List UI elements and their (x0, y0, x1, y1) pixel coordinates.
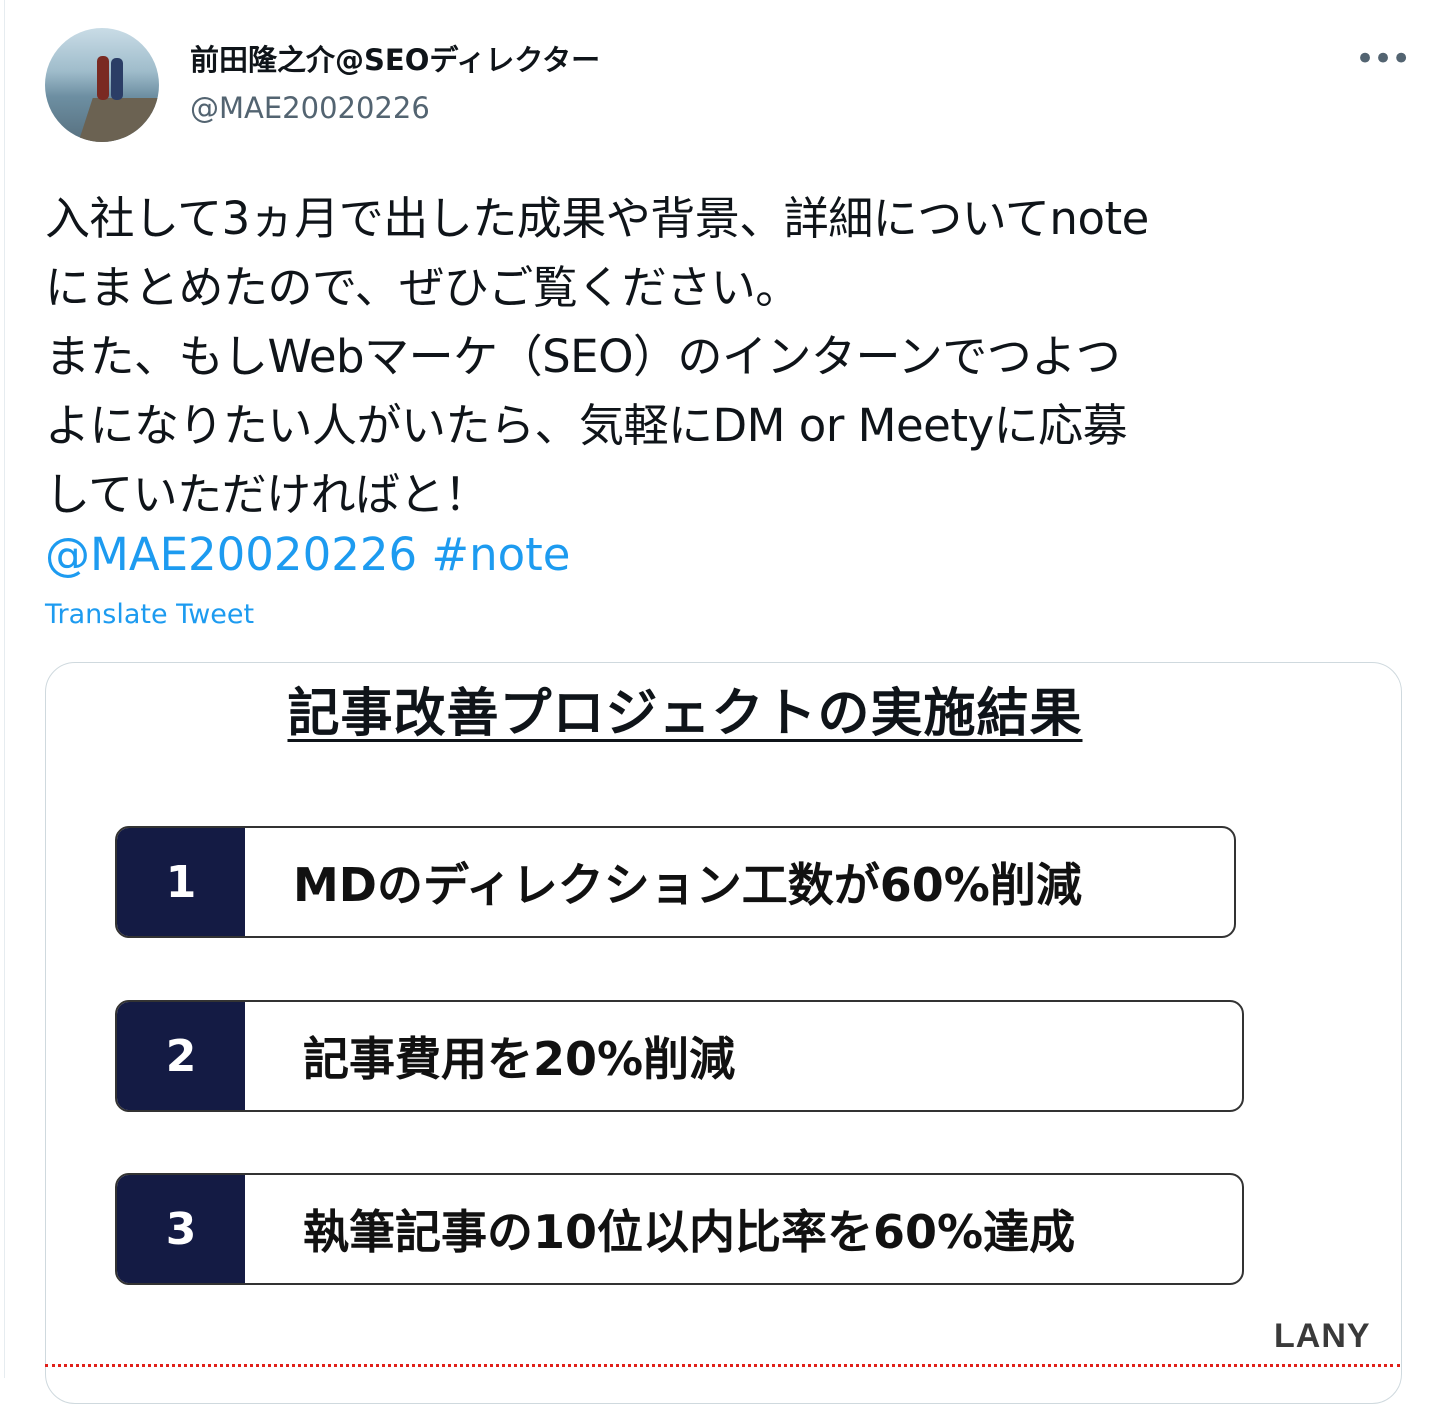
tweet-text: 入社して3ヵ月で出した成果や背景、詳細についてnote にまとめたので、ぜひご覧… (45, 192, 1149, 521)
media-title: 記事改善プロジェクトの実施結果 (0, 678, 1370, 750)
result-number-badge: 2 (117, 1002, 245, 1110)
hashtag-link[interactable]: #note (431, 528, 570, 581)
result-item: 2 記事費用を20%削減 (115, 1000, 1244, 1112)
avatar-pier (73, 98, 159, 142)
result-number-badge: 3 (117, 1175, 245, 1283)
dotted-divider (45, 1364, 1400, 1367)
avatar-person (97, 56, 109, 100)
lany-logo: LANY (1274, 1317, 1371, 1355)
tweet-links: @MAE20020226 #note (45, 520, 571, 589)
author-handle[interactable]: @MAE20020226 (190, 90, 430, 126)
translate-tweet-link[interactable]: Translate Tweet (45, 598, 254, 632)
mention-link[interactable]: @MAE20020226 (45, 528, 417, 581)
result-text: 記事費用を20%削減 (303, 1032, 736, 1086)
result-text: MDのディレクション工数が60%削減 (293, 858, 1082, 912)
media-title-text: 記事改善プロジェクトの実施結果 (287, 684, 1083, 744)
avatar-person (111, 58, 123, 100)
result-item: 1 MDのディレクション工数が60%削減 (115, 826, 1236, 938)
result-number-badge: 1 (117, 828, 245, 936)
result-item: 3 執筆記事の10位以内比率を60%達成 (115, 1173, 1244, 1285)
author-display-name[interactable]: 前田隆之介@SEOディレクター (190, 42, 600, 78)
more-options-button[interactable]: ••• (1355, 42, 1411, 76)
more-horizontal-icon: ••• (1355, 39, 1411, 79)
avatar[interactable] (45, 28, 159, 142)
result-text: 執筆記事の10位以内比率を60%達成 (303, 1205, 1076, 1259)
